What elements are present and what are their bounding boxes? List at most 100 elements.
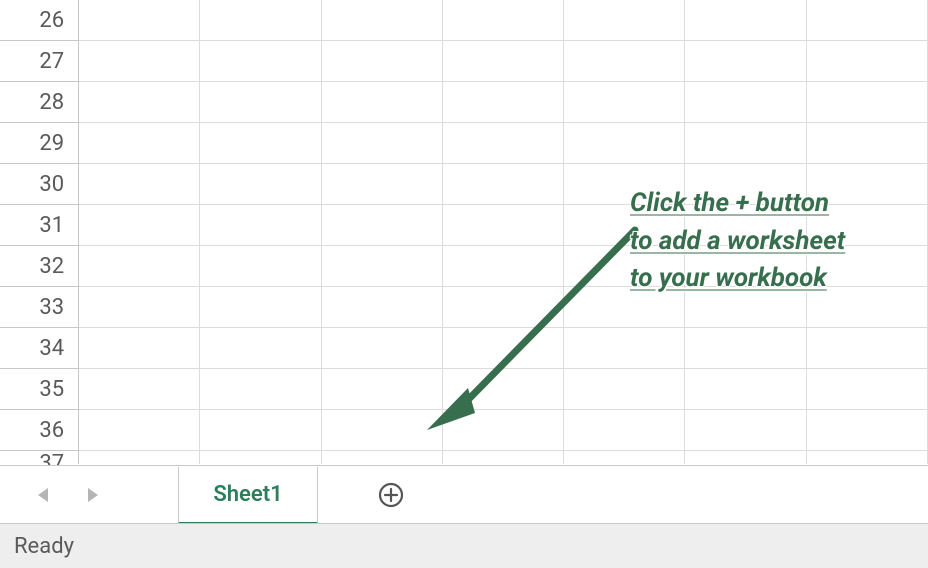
grid-cell[interactable] [564, 41, 685, 82]
grid-cell[interactable] [79, 287, 200, 328]
grid-cell[interactable] [200, 205, 321, 246]
grid-cell[interactable] [443, 328, 564, 369]
grid-cell[interactable] [79, 328, 200, 369]
grid-cell[interactable] [200, 164, 321, 205]
grid-cell[interactable] [685, 246, 806, 287]
grid-cell[interactable] [79, 205, 200, 246]
grid-cell[interactable] [685, 82, 806, 123]
tab-nav-last-icon[interactable] [88, 488, 98, 502]
grid-cell[interactable] [685, 164, 806, 205]
grid-cell[interactable] [79, 0, 200, 41]
grid-cell[interactable] [564, 287, 685, 328]
grid-cell[interactable] [79, 451, 200, 464]
add-sheet-button[interactable] [376, 480, 406, 510]
grid-cell[interactable] [79, 246, 200, 287]
grid-cell[interactable] [322, 123, 443, 164]
grid-cell[interactable] [564, 328, 685, 369]
grid-cell[interactable] [807, 287, 928, 328]
grid-cell[interactable] [200, 410, 321, 451]
grid-cell[interactable] [685, 0, 806, 41]
grid-cell[interactable] [443, 205, 564, 246]
grid-cell[interactable] [443, 369, 564, 410]
row-header[interactable]: 29 [0, 123, 79, 164]
grid-cell[interactable] [200, 287, 321, 328]
grid-cell[interactable] [564, 369, 685, 410]
grid-cell[interactable] [79, 410, 200, 451]
grid-cell[interactable] [807, 328, 928, 369]
grid-cell[interactable] [200, 41, 321, 82]
grid-cell[interactable] [807, 0, 928, 41]
sheet-tab-active[interactable]: Sheet1 [178, 467, 318, 525]
grid-cell[interactable] [322, 41, 443, 82]
grid-cell[interactable] [807, 123, 928, 164]
row-header[interactable]: 27 [0, 41, 79, 82]
grid-cell[interactable] [322, 451, 443, 464]
grid-cell[interactable] [564, 0, 685, 41]
grid-cell[interactable] [564, 451, 685, 464]
grid-cell[interactable] [79, 82, 200, 123]
grid-cell[interactable] [443, 451, 564, 464]
grid-cell[interactable] [807, 451, 928, 464]
grid-cell[interactable] [807, 205, 928, 246]
grid-cell[interactable] [685, 123, 806, 164]
grid-cell[interactable] [685, 451, 806, 464]
row-header[interactable]: 31 [0, 205, 79, 246]
grid-cell[interactable] [443, 82, 564, 123]
grid-cell[interactable] [685, 410, 806, 451]
row-header[interactable]: 26 [0, 0, 79, 41]
grid-cell[interactable] [564, 205, 685, 246]
grid-cell[interactable] [443, 287, 564, 328]
grid-cell[interactable] [200, 123, 321, 164]
grid-cell[interactable] [322, 82, 443, 123]
grid-cell[interactable] [685, 328, 806, 369]
grid-cell[interactable] [564, 123, 685, 164]
grid-cell[interactable] [322, 205, 443, 246]
grid-cell[interactable] [200, 369, 321, 410]
grid-cell[interactable] [443, 0, 564, 41]
grid-cell[interactable] [443, 164, 564, 205]
grid-cell[interactable] [685, 41, 806, 82]
grid-cell[interactable] [807, 82, 928, 123]
tab-nav-first-icon[interactable] [38, 488, 48, 502]
grid-cell[interactable] [200, 82, 321, 123]
grid-cell[interactable] [807, 246, 928, 287]
grid-cell[interactable] [807, 164, 928, 205]
grid-cell[interactable] [322, 0, 443, 41]
grid-cell[interactable] [443, 41, 564, 82]
row-header[interactable]: 35 [0, 369, 79, 410]
grid-cell[interactable] [79, 164, 200, 205]
grid-cell[interactable] [322, 410, 443, 451]
grid-cell[interactable] [79, 369, 200, 410]
grid-cell[interactable] [200, 0, 321, 41]
grid-cell[interactable] [200, 246, 321, 287]
grid-cell[interactable] [443, 410, 564, 451]
row-header[interactable]: 30 [0, 164, 79, 205]
grid-cell[interactable] [564, 164, 685, 205]
grid-cell[interactable] [807, 41, 928, 82]
grid-cell[interactable] [322, 246, 443, 287]
row-header[interactable]: 33 [0, 287, 79, 328]
grid-cell[interactable] [79, 123, 200, 164]
grid-cell[interactable] [200, 451, 321, 464]
grid-cell[interactable] [564, 82, 685, 123]
row-header[interactable]: 37 [0, 451, 79, 464]
grid-cell[interactable] [685, 205, 806, 246]
grid-cell[interactable] [807, 410, 928, 451]
row-header[interactable]: 32 [0, 246, 79, 287]
grid-cell[interactable] [564, 246, 685, 287]
grid-cell[interactable] [79, 41, 200, 82]
spreadsheet-grid[interactable]: 262728293031323334353637 [0, 0, 928, 465]
grid-cell[interactable] [685, 369, 806, 410]
grid-cell[interactable] [200, 328, 321, 369]
row-header[interactable]: 28 [0, 82, 79, 123]
grid-cell[interactable] [807, 369, 928, 410]
grid-cell[interactable] [322, 328, 443, 369]
row-header[interactable]: 36 [0, 410, 79, 451]
grid-cell[interactable] [685, 287, 806, 328]
grid-cell[interactable] [443, 123, 564, 164]
grid-cell[interactable] [564, 410, 685, 451]
grid-cell[interactable] [322, 369, 443, 410]
grid-cell[interactable] [322, 287, 443, 328]
grid-cell[interactable] [443, 246, 564, 287]
row-header[interactable]: 34 [0, 328, 79, 369]
